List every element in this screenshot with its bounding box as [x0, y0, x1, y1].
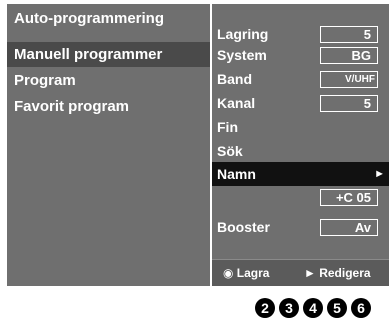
step-badge: 6 — [351, 298, 371, 318]
menu-item-label: Manuell programmer — [14, 46, 163, 63]
submenu-panel: Lagring 5 System BG Band V/UHF Kanal 5 F… — [212, 4, 389, 286]
main-menu-panel: Auto-programmering Manuell programmer Pr… — [7, 4, 210, 286]
menu-item-manuell-programmer[interactable]: Manuell programmer — [7, 42, 210, 67]
step-badge: 5 — [327, 298, 347, 318]
system-value-field[interactable]: BG — [320, 47, 378, 64]
setting-row-kanal[interactable]: Kanal 5 — [212, 91, 389, 115]
band-value-field[interactable]: V/UHF — [320, 71, 378, 88]
setting-row-booster[interactable]: Booster Av — [212, 215, 389, 239]
menu-footer: ◉ Lagra ► Redigera — [212, 259, 389, 286]
menu-item-label: Program — [14, 72, 76, 89]
channel-value-field[interactable]: 5 — [320, 95, 378, 112]
setting-label: Sök — [217, 143, 243, 159]
step-badges: 2 3 4 5 6 — [255, 298, 371, 318]
setting-row-namn[interactable]: Namn ► — [212, 162, 389, 186]
storage-value-field[interactable]: 5 — [320, 26, 378, 43]
menu-item-label: Favorit program — [14, 98, 130, 115]
step-badge: 3 — [279, 298, 299, 318]
step-badge: 4 — [303, 298, 323, 318]
step-badge: 2 — [255, 298, 275, 318]
play-arrow-icon: ► — [374, 168, 385, 180]
setting-label: Booster — [217, 219, 270, 235]
menu-item-auto-programmering[interactable]: Auto-programmering — [7, 6, 210, 31]
setting-label: Fin — [217, 119, 238, 135]
setting-row-band[interactable]: Band V/UHF — [212, 67, 389, 91]
setting-row-sok[interactable]: Sök — [212, 139, 389, 163]
setting-row-fin[interactable]: Fin — [212, 115, 389, 139]
save-hint[interactable]: ◉ Lagra — [223, 260, 269, 286]
setting-label: System — [217, 47, 267, 63]
setting-row-system[interactable]: System BG — [212, 43, 389, 67]
name-value-field[interactable]: +C 05 — [320, 189, 378, 206]
edit-hint[interactable]: ► Redigera — [304, 260, 371, 286]
tv-osd-menu: Auto-programmering Manuell programmer Pr… — [7, 4, 389, 286]
setting-label: Kanal — [217, 95, 256, 111]
menu-item-favorit-program[interactable]: Favorit program — [7, 94, 210, 119]
booster-value-field[interactable]: Av — [320, 219, 378, 236]
setting-row-name-value: +C 05 — [212, 186, 389, 210]
setting-label: Band — [217, 71, 252, 87]
menu-item-program[interactable]: Program — [7, 68, 210, 93]
setting-label: Namn — [217, 166, 256, 182]
menu-item-label: Auto-programmering — [14, 10, 164, 27]
